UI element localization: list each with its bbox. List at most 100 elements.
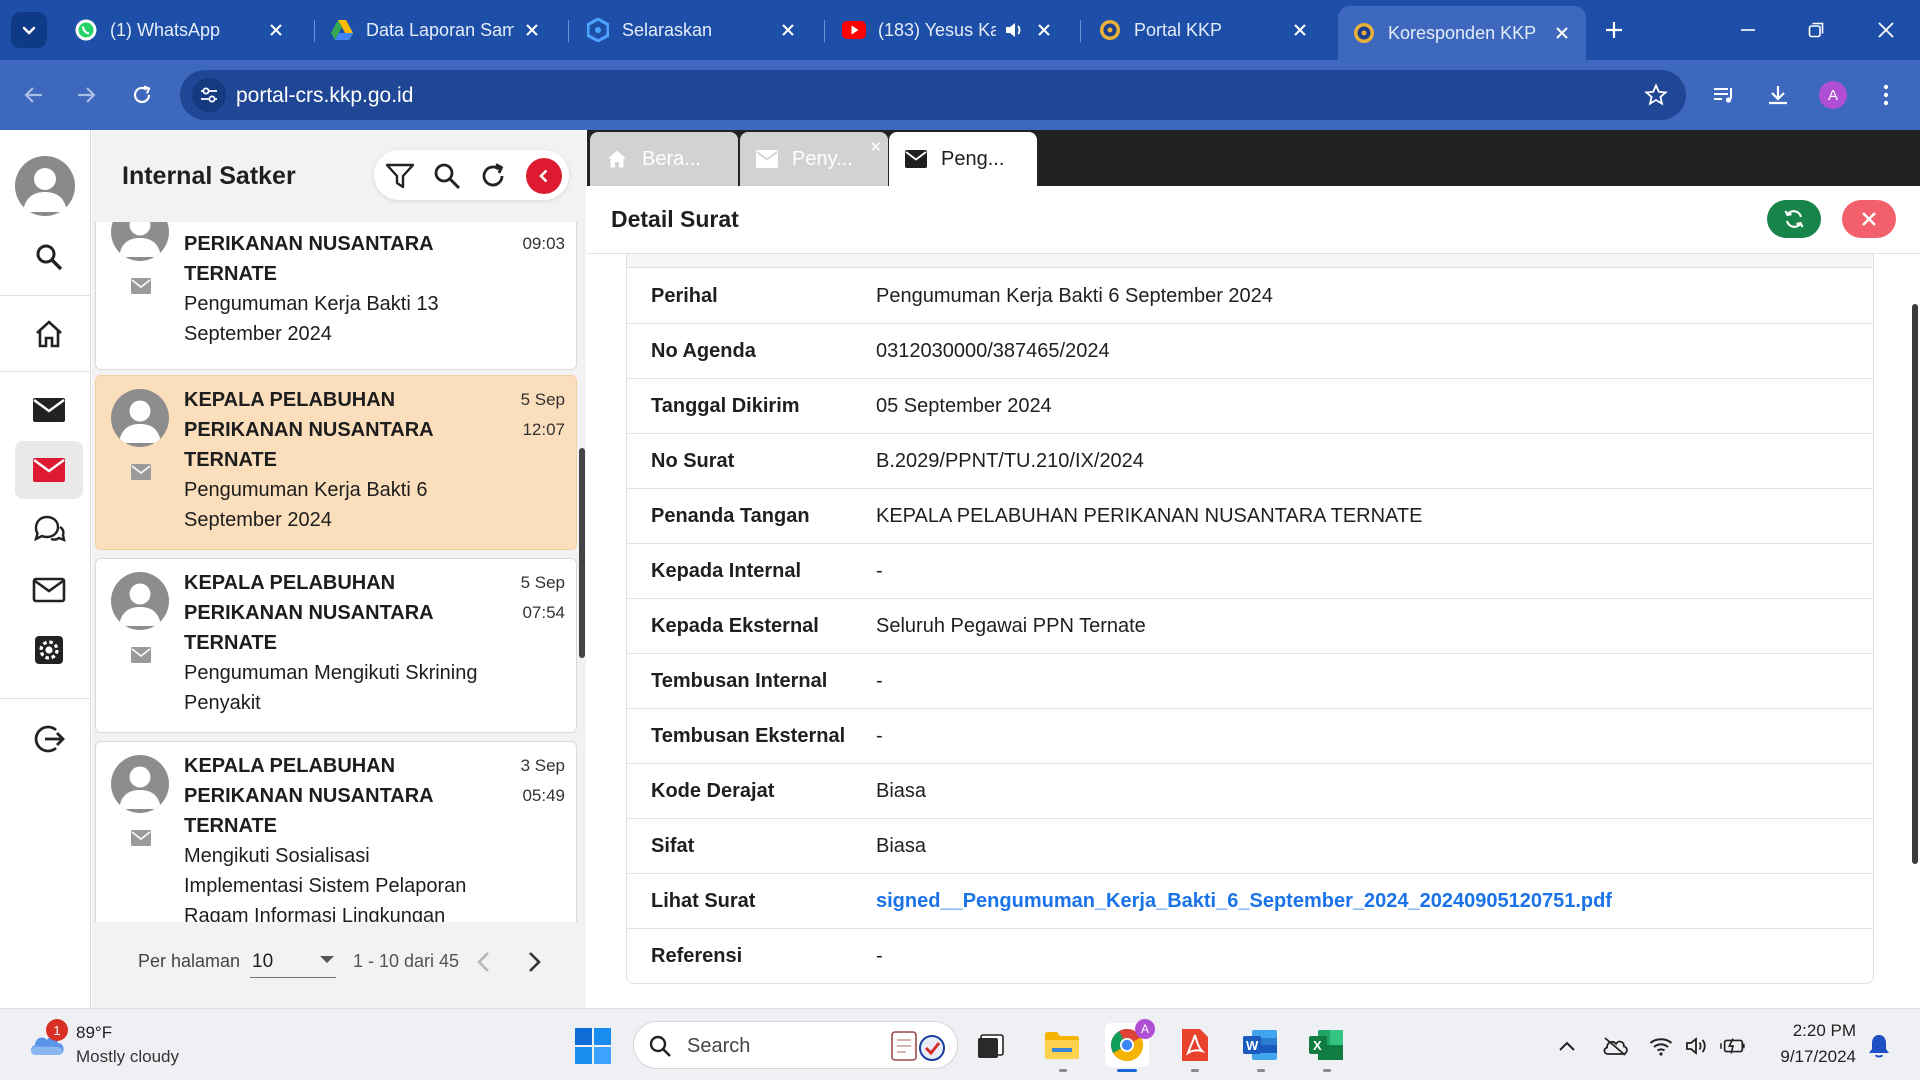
profile-button[interactable]: A — [1813, 75, 1853, 115]
list-item[interactable]: KEPALA PELABUHAN PERIKANAN NUSANTARA TER… — [95, 222, 577, 370]
taskbar-search-box[interactable]: Search — [633, 1021, 958, 1069]
detail-label: Kepada Eksternal — [651, 615, 819, 637]
browser-menu-button[interactable] — [1866, 75, 1906, 115]
volume-tray[interactable] — [1684, 1033, 1710, 1059]
speaker-icon[interactable] — [1002, 18, 1026, 42]
rail-settings[interactable] — [15, 621, 83, 679]
taskbar: 1 89°F Mostly cloudy Search A W X 2:20 P… — [0, 1008, 1920, 1080]
previous-page-button[interactable] — [466, 944, 502, 980]
minimize-button[interactable] — [1724, 10, 1772, 50]
restore-button[interactable] — [1792, 10, 1840, 50]
detail-label: No Surat — [651, 450, 735, 472]
list-scrollbar[interactable] — [578, 222, 586, 922]
browser-tab-selaraskan[interactable]: Selaraskan — [572, 8, 812, 52]
back-button[interactable] — [14, 75, 54, 115]
list-scrollbar-thumb[interactable] — [579, 448, 585, 658]
forward-button[interactable] — [66, 75, 106, 115]
excel-icon: X — [1309, 1030, 1343, 1060]
rail-home[interactable] — [15, 305, 83, 363]
browser-tab-title: Data Laporan Samp — [366, 19, 514, 40]
detail-scrollbar[interactable] — [1911, 304, 1919, 864]
search-button[interactable] — [430, 159, 464, 193]
rail-logout[interactable] — [15, 710, 83, 768]
next-page-button[interactable] — [516, 944, 552, 980]
browser-tab-portal-kkp[interactable]: Portal KKP — [1084, 8, 1324, 52]
letter-date: 5 Sep — [520, 573, 565, 592]
detail-label: Penanda Tangan — [651, 505, 810, 527]
logout-icon — [34, 725, 65, 753]
gear-icon — [35, 636, 63, 664]
browser-tab-data-laporan[interactable]: Data Laporan Samp — [316, 8, 556, 52]
detail-tab-beranda[interactable]: Bera... — [590, 132, 738, 186]
browser-tab-koresponden-kkp[interactable]: Koresponden KKP — [1338, 6, 1586, 60]
browser-tab-youtube[interactable]: (183) Yesus Kau — [828, 8, 1068, 52]
letter-time: 07:54 — [522, 603, 565, 622]
pagination: Per halaman 10 1 - 10 dari 45 — [92, 922, 586, 1008]
letter-subject: Pengumuman Mengikuti Skrining Penyakit — [184, 662, 478, 714]
word-icon: W — [1243, 1030, 1277, 1060]
browser-tab-title: Portal KKP — [1134, 19, 1223, 40]
new-tab-button[interactable] — [1598, 14, 1630, 46]
close-icon[interactable] — [776, 18, 800, 42]
show-hidden-icons-button[interactable] — [1554, 1033, 1580, 1059]
detail-value: 0312030000/387465/2024 — [876, 340, 1110, 362]
address-bar[interactable]: portal-crs.kkp.go.id — [180, 70, 1686, 120]
windows-start-icon[interactable] — [574, 1027, 612, 1065]
weather-description: Mostly cloudy — [76, 1047, 179, 1066]
detail-tab-pengumuman[interactable]: Peng... — [889, 132, 1037, 186]
chrome-app[interactable]: A — [1105, 1019, 1155, 1067]
letter-file-link[interactable]: signed__Pengumuman_Kerja_Bakti_6_Septemb… — [876, 890, 1612, 913]
close-detail-button[interactable] — [1842, 200, 1896, 238]
window-close-button[interactable] — [1862, 10, 1910, 50]
close-icon[interactable] — [1288, 18, 1312, 42]
home-icon — [606, 148, 628, 170]
task-view-app[interactable] — [970, 1023, 1014, 1067]
close-icon[interactable]: ✕ — [869, 138, 882, 156]
media-controls-button[interactable] — [1704, 75, 1744, 115]
battery-tray[interactable] — [1720, 1033, 1746, 1059]
detail-scrollbar-thumb[interactable] — [1912, 304, 1918, 864]
collapse-panel-button[interactable] — [526, 158, 562, 194]
excel-app[interactable]: X — [1304, 1023, 1348, 1067]
close-icon[interactable] — [1032, 18, 1056, 42]
detail-tab-penyampaian[interactable]: Peny... ✕ — [740, 132, 888, 186]
detail-label: Sifat — [651, 835, 695, 857]
browser-tab-whatsapp[interactable]: (1) WhatsApp — [60, 8, 300, 52]
chrome-profile-badge: A — [1135, 1019, 1155, 1039]
rail-outbox[interactable] — [15, 561, 83, 619]
rail-inbox[interactable] — [15, 381, 83, 439]
notification-bell-icon[interactable] — [1866, 1033, 1892, 1059]
close-icon[interactable] — [1550, 21, 1574, 45]
onedrive-tray[interactable] — [1602, 1033, 1628, 1059]
wifi-icon — [1649, 1038, 1673, 1056]
acrobat-app[interactable] — [1172, 1023, 1216, 1067]
app-nav-rail — [0, 130, 91, 1008]
chevron-left-icon — [539, 169, 548, 183]
close-icon[interactable] — [520, 18, 544, 42]
site-info-button[interactable] — [192, 78, 226, 112]
letter-list[interactable]: KEPALA PELABUHAN PERIKANAN NUSANTARA TER… — [92, 222, 586, 922]
detail-row-sifat: Sifat Biasa — [627, 819, 1873, 874]
file-explorer-app[interactable] — [1040, 1023, 1084, 1067]
filter-button[interactable] — [383, 159, 417, 193]
wifi-tray[interactable] — [1648, 1033, 1674, 1059]
refresh-detail-button[interactable] — [1767, 200, 1821, 238]
user-avatar[interactable] — [15, 156, 75, 216]
rail-search[interactable] — [15, 228, 83, 286]
rail-chat[interactable] — [15, 501, 83, 559]
close-icon[interactable] — [264, 18, 288, 42]
word-app[interactable]: W — [1238, 1023, 1282, 1067]
reload-button[interactable] — [122, 75, 162, 115]
bookmark-button[interactable] — [1640, 79, 1672, 111]
search-highlight-illustration — [891, 1031, 945, 1061]
tab-search-button[interactable] — [11, 12, 47, 48]
home-icon — [36, 320, 62, 348]
downloads-button[interactable] — [1758, 75, 1798, 115]
list-item[interactable]: KEPALA PELABUHAN PERIKANAN NUSANTARA TER… — [95, 741, 577, 922]
per-page-select[interactable]: 10 — [250, 942, 336, 978]
list-item-selected[interactable]: KEPALA PELABUHAN PERIKANAN NUSANTARA TER… — [95, 375, 577, 550]
plus-icon — [1606, 22, 1622, 38]
list-item[interactable]: KEPALA PELABUHAN PERIKANAN NUSANTARA TER… — [95, 558, 577, 733]
rail-internal-satker[interactable] — [15, 441, 83, 499]
refresh-list-button[interactable] — [476, 159, 510, 193]
